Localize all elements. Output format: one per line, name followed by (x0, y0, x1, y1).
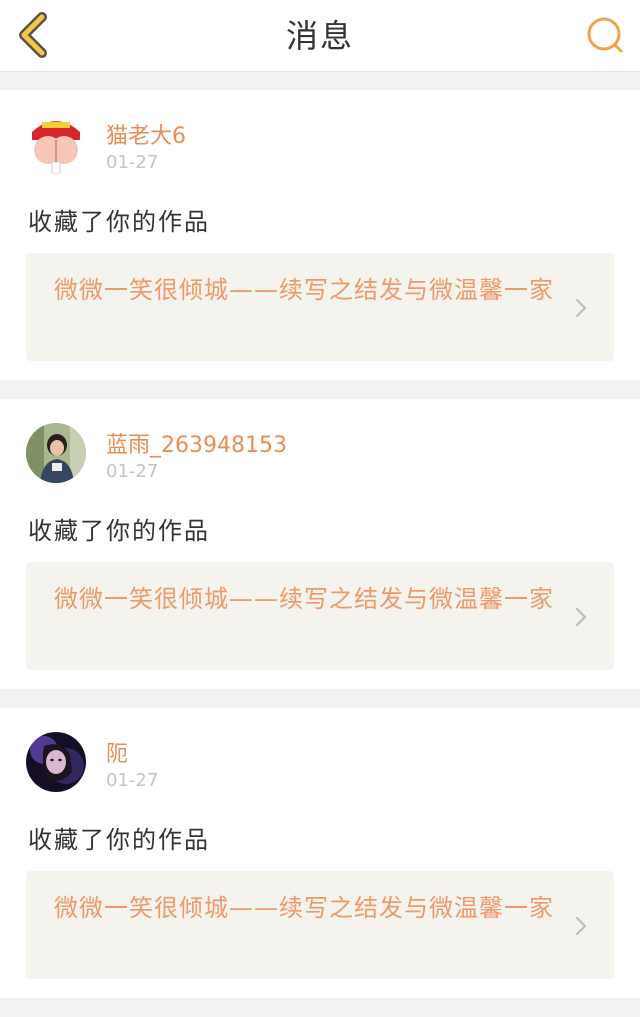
work-title: 微微一笑很倾城——续写之结发与微温馨一家 (54, 585, 554, 613)
work-link[interactable]: 微微一笑很倾城——续写之结发与微温馨一家 (26, 253, 614, 361)
avatar[interactable] (26, 114, 86, 174)
work-link[interactable]: 微微一笑很倾城——续写之结发与微温馨一家 (26, 562, 614, 670)
chevron-right-icon (575, 607, 587, 627)
message-date: 01-27 (106, 152, 159, 173)
message-date: 01-27 (106, 770, 159, 791)
message-card: 猫老大6 01-27 收藏了你的作品 微微一笑很倾城——续写之结发与微温馨一家 (0, 90, 640, 380)
avatar-image (26, 732, 86, 792)
chevron-right-icon (575, 298, 587, 318)
avatar[interactable] (26, 423, 86, 483)
action-text: 收藏了你的作品 (28, 826, 210, 854)
avatar[interactable] (26, 732, 86, 792)
action-text: 收藏了你的作品 (28, 208, 210, 236)
avatar-image (26, 114, 86, 174)
work-title: 微微一笑很倾城——续写之结发与微温馨一家 (54, 894, 554, 922)
chevron-right-icon (575, 916, 587, 936)
search-button[interactable] (584, 14, 626, 56)
message-card: 蓝雨_263948153 01-27 收藏了你的作品 微微一笑很倾城——续写之结… (0, 399, 640, 689)
message-card: 阨 01-27 收藏了你的作品 微微一笑很倾城——续写之结发与微温馨一家 (0, 708, 640, 998)
page-title: 消息 (285, 17, 354, 55)
work-title: 微微一笑很倾城——续写之结发与微温馨一家 (54, 276, 554, 304)
action-text: 收藏了你的作品 (28, 517, 210, 545)
username[interactable]: 阨 (106, 736, 128, 768)
username[interactable]: 蓝雨_263948153 (106, 427, 287, 459)
search-icon (587, 17, 623, 53)
message-list: 猫老大6 01-27 收藏了你的作品 微微一笑很倾城——续写之结发与微温馨一家 … (0, 90, 640, 1017)
avatar-image (26, 423, 86, 483)
username[interactable]: 猫老大6 (106, 118, 186, 150)
work-link[interactable]: 微微一笑很倾城——续写之结发与微温馨一家 (26, 871, 614, 979)
message-date: 01-27 (106, 461, 159, 482)
top-bar: 消息 (0, 0, 640, 72)
